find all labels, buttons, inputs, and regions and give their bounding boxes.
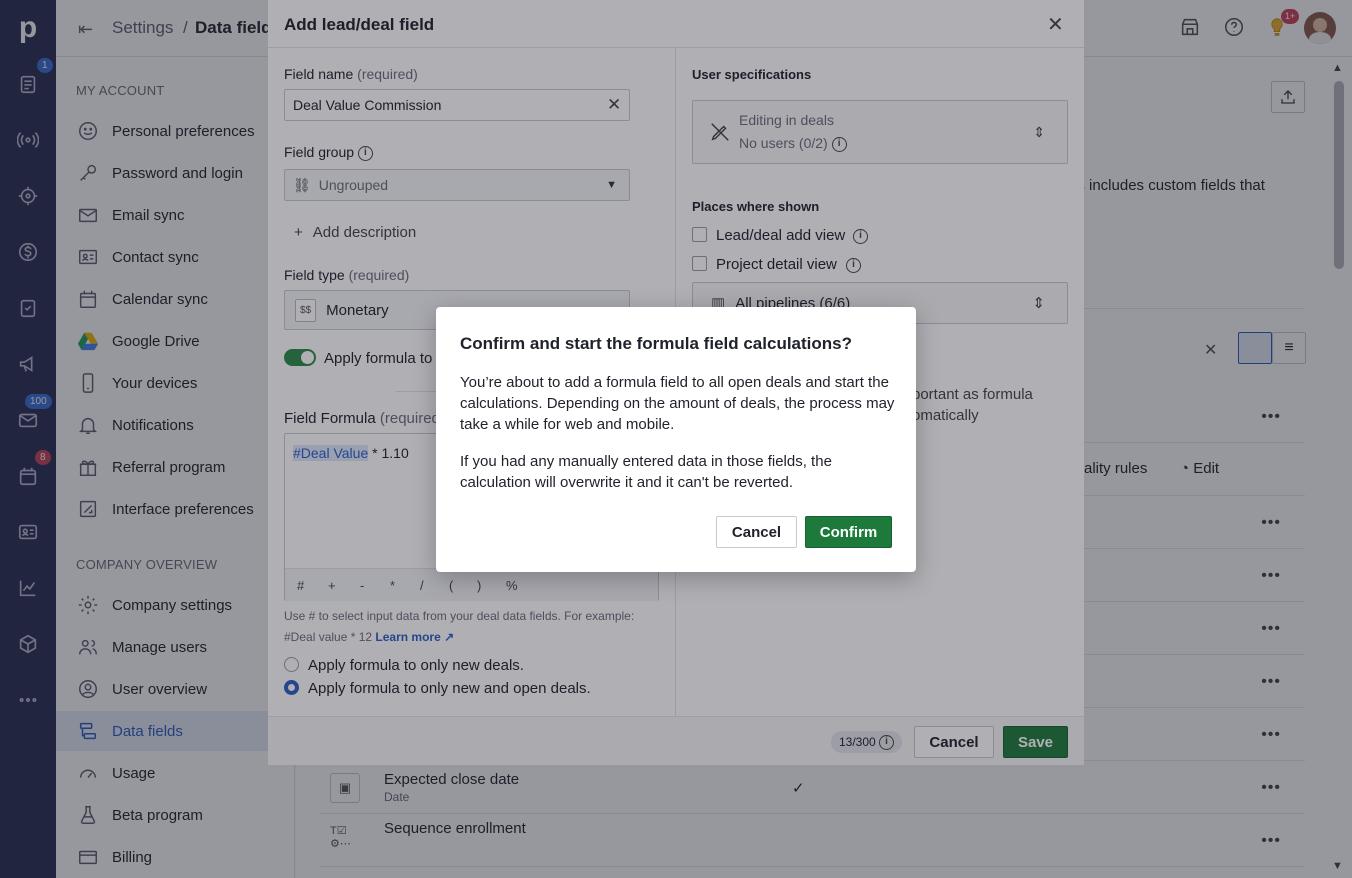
dialog-title: Confirm and start the formula field calc… bbox=[460, 334, 852, 353]
dialog-paragraph-2: If you had any manually entered data in … bbox=[460, 453, 832, 491]
dialog-cancel-button[interactable]: Cancel bbox=[716, 516, 797, 548]
dialog-paragraph-1: You’re about to add a formula field to a… bbox=[460, 374, 895, 433]
confirm-button[interactable]: Confirm bbox=[805, 516, 892, 548]
confirm-dialog: Confirm and start the formula field calc… bbox=[436, 307, 916, 572]
